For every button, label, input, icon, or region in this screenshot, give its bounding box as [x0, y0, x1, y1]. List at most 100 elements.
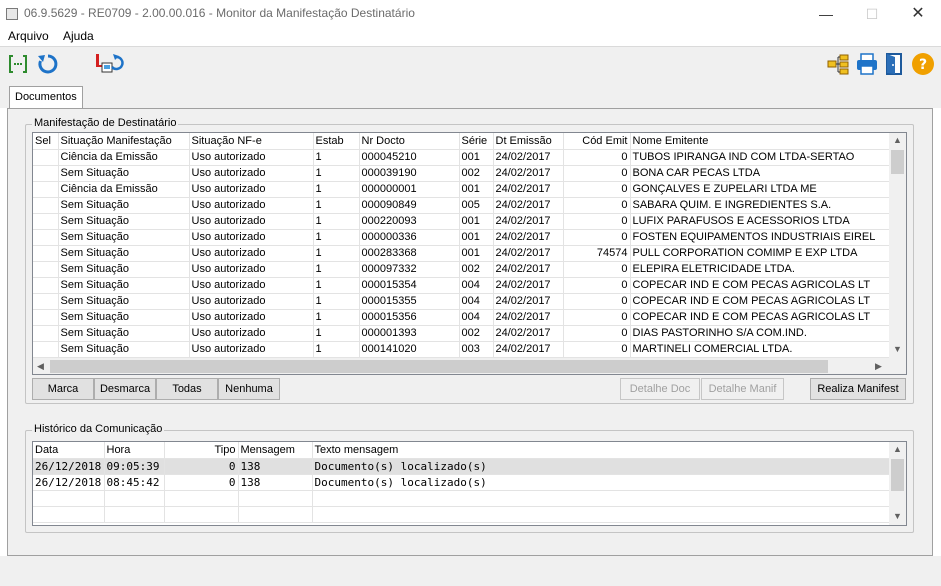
col-data[interactable]: Data — [33, 442, 105, 459]
history-scroll-down-arrow-icon[interactable]: ▼ — [893, 511, 902, 521]
cell-estab: 1 — [313, 245, 360, 262]
cell-nome-emitente: PULL CORPORATION COMIMP E EXP LTDA — [630, 245, 892, 262]
manifest-row[interactable]: Sem Situação Uso autorizado 1 000097332 002 2… — [33, 261, 892, 278]
cell-nome-emitente: LUFIX PARAFUSOS E ACESSORIOS LTDA — [630, 213, 892, 230]
cell-situacao-manifestacao: Sem Situação — [58, 325, 190, 342]
print-icon[interactable] — [855, 52, 879, 76]
cell-nr-docto: 000015356 — [359, 309, 460, 326]
desmarca-button[interactable]: Desmarca — [94, 378, 156, 400]
scroll-down-arrow-icon[interactable]: ▼ — [893, 344, 902, 354]
col-sel[interactable]: Sel — [33, 133, 59, 150]
scroll-right-arrow-icon[interactable]: ▶ — [875, 361, 882, 372]
history-scroll-thumb[interactable] — [891, 459, 904, 491]
cell-sel[interactable] — [33, 325, 59, 342]
col-mensagem[interactable]: Mensagem — [238, 442, 313, 459]
col-estab[interactable]: Estab — [313, 133, 360, 150]
cell-sel[interactable] — [33, 277, 59, 294]
cell-sel[interactable] — [33, 213, 59, 230]
cell-estab: 1 — [313, 149, 360, 166]
cell-sel[interactable] — [33, 293, 59, 310]
cell-sel[interactable] — [33, 149, 59, 166]
cell-estab: 1 — [313, 325, 360, 342]
scroll-thumb[interactable] — [891, 150, 904, 174]
cell-sel[interactable] — [33, 261, 59, 278]
tab-strip: Documentos — [0, 80, 941, 110]
manifest-row[interactable]: Ciência da Emissão Uso autorizado 1 0000000… — [33, 181, 892, 198]
cell-situacao-manifestacao: Sem Situação — [58, 213, 190, 230]
cell-sel[interactable] — [33, 309, 59, 326]
manifest-row[interactable]: Ciência da Emissão Uso autorizado 1 0000452… — [33, 149, 892, 166]
manifest-row[interactable]: Sem Situação Uso autorizado 1 000015355 004 2… — [33, 293, 892, 310]
manifest-grid[interactable]: Sel Situação Manifestação Situação NF-e … — [32, 132, 907, 375]
col-serie[interactable]: Série — [459, 133, 494, 150]
marca-button[interactable]: Marca — [32, 378, 94, 400]
manifest-row[interactable]: Sem Situação Uso autorizado 1 000141020 003 2… — [33, 341, 892, 358]
tree-structure-icon[interactable] — [826, 52, 850, 76]
window-bottom-area — [0, 556, 941, 586]
cell-nome-emitente: GONÇALVES E ZUPELARI LTDA ME — [630, 181, 892, 198]
scroll-left-arrow-icon[interactable]: ◀ — [37, 361, 44, 372]
nenhuma-button[interactable]: Nenhuma — [218, 378, 280, 400]
todas-button[interactable]: Todas — [156, 378, 218, 400]
col-situacao-nfe[interactable]: Situação NF-e — [189, 133, 314, 150]
col-situacao-manifestacao[interactable]: Situação Manifestação — [58, 133, 190, 150]
cell-nr-docto: 000001393 — [359, 325, 460, 342]
maximize-button[interactable]: ☐ — [849, 0, 895, 28]
cell-sel[interactable] — [33, 197, 59, 214]
manifest-row[interactable]: Sem Situação Uso autorizado 1 000283368 001 2… — [33, 245, 892, 262]
help-icon[interactable]: ? — [911, 52, 935, 76]
cell-sel[interactable] — [33, 341, 59, 358]
scroll-up-arrow-icon[interactable]: ▲ — [893, 135, 902, 145]
menu-arquivo[interactable]: Arquivo — [8, 29, 49, 43]
close-button[interactable]: ✕ — [895, 0, 941, 28]
minimize-button[interactable]: — — [803, 0, 849, 28]
history-grid[interactable]: Data Hora Tipo Mensagem Texto mensagem 2… — [32, 441, 907, 526]
cell-nr-docto: 000039190 — [359, 165, 460, 182]
cell-estab: 1 — [313, 341, 360, 358]
cell-nr-docto: 000090849 — [359, 197, 460, 214]
cell-situacao-nfe: Uso autorizado — [189, 309, 314, 326]
manifest-row[interactable]: Sem Situação Uso autorizado 1 000090849 005 2… — [33, 197, 892, 214]
manifest-vertical-scrollbar[interactable]: ▲ ▼ — [889, 133, 906, 358]
col-hora[interactable]: Hora — [104, 442, 165, 459]
manifest-row[interactable]: Sem Situação Uso autorizado 1 000001393 002 2… — [33, 325, 892, 342]
cell-situacao-manifestacao: Sem Situação — [58, 293, 190, 310]
hscroll-thumb[interactable] — [50, 360, 828, 373]
select-all-icon[interactable] — [6, 52, 30, 76]
col-tipo[interactable]: Tipo — [164, 442, 239, 459]
col-cod-emit[interactable]: Cód Emit — [563, 133, 631, 150]
refresh-icon[interactable] — [36, 52, 60, 76]
manifest-row[interactable]: Sem Situação Uso autorizado 1 000000336 001 2… — [33, 229, 892, 246]
manifest-horizontal-scrollbar[interactable]: ◀ ▶ — [33, 358, 889, 374]
sync-network-icon[interactable] — [94, 52, 124, 76]
cell-sel[interactable] — [33, 245, 59, 262]
col-texto-mensagem[interactable]: Texto mensagem — [312, 442, 890, 459]
realiza-manifest-button[interactable]: Realiza Manifest — [810, 378, 906, 400]
col-nr-docto[interactable]: Nr Docto — [359, 133, 460, 150]
manifest-row[interactable]: Sem Situação Uso autorizado 1 000015356 004 2… — [33, 309, 892, 326]
cell-nr-docto: 000141020 — [359, 341, 460, 358]
empty-cell — [238, 490, 313, 507]
tab-documentos[interactable]: Documentos — [9, 86, 83, 110]
cell-situacao-nfe: Uso autorizado — [189, 181, 314, 198]
col-nome-emitente[interactable]: Nome Emitente — [630, 133, 892, 150]
cell-cod-emit: 0 — [563, 341, 631, 358]
col-dt-emissao[interactable]: Dt Emissão — [493, 133, 564, 150]
cell-estab: 1 — [313, 261, 360, 278]
exit-door-icon[interactable] — [883, 52, 907, 76]
manifest-row[interactable]: Sem Situação Uso autorizado 1 000220093 001 2… — [33, 213, 892, 230]
detalhe-doc-button[interactable]: Detalhe Doc — [620, 378, 700, 400]
history-row[interactable]: 26/12/2018 09:05:39 0 138 Documento(s) local… — [33, 458, 890, 475]
cell-sel[interactable] — [33, 165, 59, 182]
manifest-row[interactable]: Sem Situação Uso autorizado 1 000015354 004 2… — [33, 277, 892, 294]
cell-data: 26/12/2018 — [33, 474, 105, 491]
menu-ajuda[interactable]: Ajuda — [63, 29, 94, 43]
cell-sel[interactable] — [33, 181, 59, 198]
history-row[interactable]: 26/12/2018 08:45:42 0 138 Documento(s) local… — [33, 474, 890, 491]
detalhe-manif-button[interactable]: Detalhe Manif — [701, 378, 784, 400]
history-scroll-up-arrow-icon[interactable]: ▲ — [893, 444, 902, 454]
manifest-row[interactable]: Sem Situação Uso autorizado 1 000039190 002 2… — [33, 165, 892, 182]
history-vertical-scrollbar[interactable]: ▲ ▼ — [889, 442, 906, 525]
cell-situacao-nfe: Uso autorizado — [189, 293, 314, 310]
cell-sel[interactable] — [33, 229, 59, 246]
